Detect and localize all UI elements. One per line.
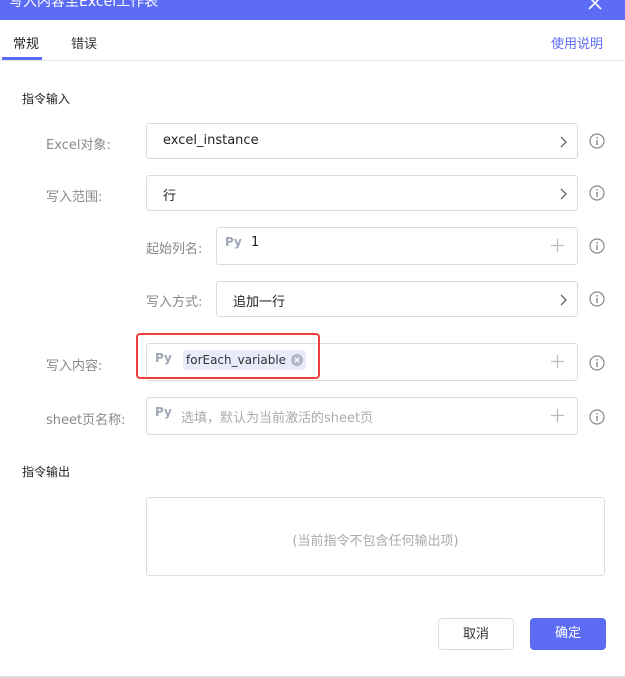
chevron-right-icon xyxy=(560,294,567,306)
python-mode-toggle[interactable]: Py xyxy=(225,235,242,249)
output-list: (当前指令不包含任何输出项) xyxy=(146,497,605,576)
output-empty-text: (当前指令不包含任何输出项) xyxy=(292,534,459,549)
excel-object-select[interactable]: excel_instance xyxy=(146,123,578,159)
write-range-label: 写入范围: xyxy=(46,190,103,205)
input-section-title: 指令输入 xyxy=(22,92,71,106)
start-column-label: 起始列名: xyxy=(146,242,203,257)
sheet-name-input[interactable]: Py 选填，默认为当前激活的sheet页 xyxy=(146,397,578,435)
info-icon[interactable] xyxy=(589,133,605,149)
info-icon[interactable] xyxy=(589,291,605,307)
chevron-right-icon xyxy=(560,136,567,148)
sheet-name-placeholder: 选填，默认为当前激活的sheet页 xyxy=(181,411,374,426)
write-range-value: 行 xyxy=(163,189,177,204)
write-mode-select[interactable]: 追加一行 xyxy=(216,281,578,317)
write-mode-label: 写入方式: xyxy=(146,295,203,310)
help-link[interactable]: 使用说明 xyxy=(551,33,603,52)
title-bar: 写入内容至Excel工作表 xyxy=(0,0,625,20)
ok-button[interactable]: 确定 xyxy=(530,618,606,650)
output-section-title: 指令输出 xyxy=(22,465,71,479)
chevron-right-icon xyxy=(560,188,567,200)
window-title: 写入内容至Excel工作表 xyxy=(9,0,159,10)
highlight-annotation xyxy=(136,333,320,379)
info-icon[interactable] xyxy=(589,409,605,425)
write-mode-value: 追加一行 xyxy=(233,295,286,310)
info-icon[interactable] xyxy=(589,185,605,201)
excel-object-label: Excel对象: xyxy=(46,138,111,153)
tab-error[interactable]: 错误 xyxy=(71,33,97,52)
info-icon[interactable] xyxy=(589,355,605,371)
active-tab-indicator xyxy=(2,57,42,60)
write-range-select[interactable]: 行 xyxy=(146,175,578,211)
plus-icon[interactable] xyxy=(550,238,565,253)
excel-object-value: excel_instance xyxy=(163,133,259,148)
cancel-button[interactable]: 取消 xyxy=(438,618,514,650)
tab-general[interactable]: 常规 xyxy=(13,33,39,52)
plus-icon[interactable] xyxy=(550,354,565,369)
plus-icon[interactable] xyxy=(550,408,565,423)
start-column-input[interactable]: Py 1 xyxy=(216,227,578,265)
tab-bar: 常规 错误 使用说明 xyxy=(0,20,625,61)
sheet-name-label: sheet页名称: xyxy=(46,413,126,428)
start-column-value: 1 xyxy=(251,235,260,250)
close-icon[interactable] xyxy=(587,0,603,11)
info-icon[interactable] xyxy=(589,238,605,254)
python-mode-toggle[interactable]: Py xyxy=(155,405,172,419)
write-content-label: 写入内容: xyxy=(46,359,103,374)
